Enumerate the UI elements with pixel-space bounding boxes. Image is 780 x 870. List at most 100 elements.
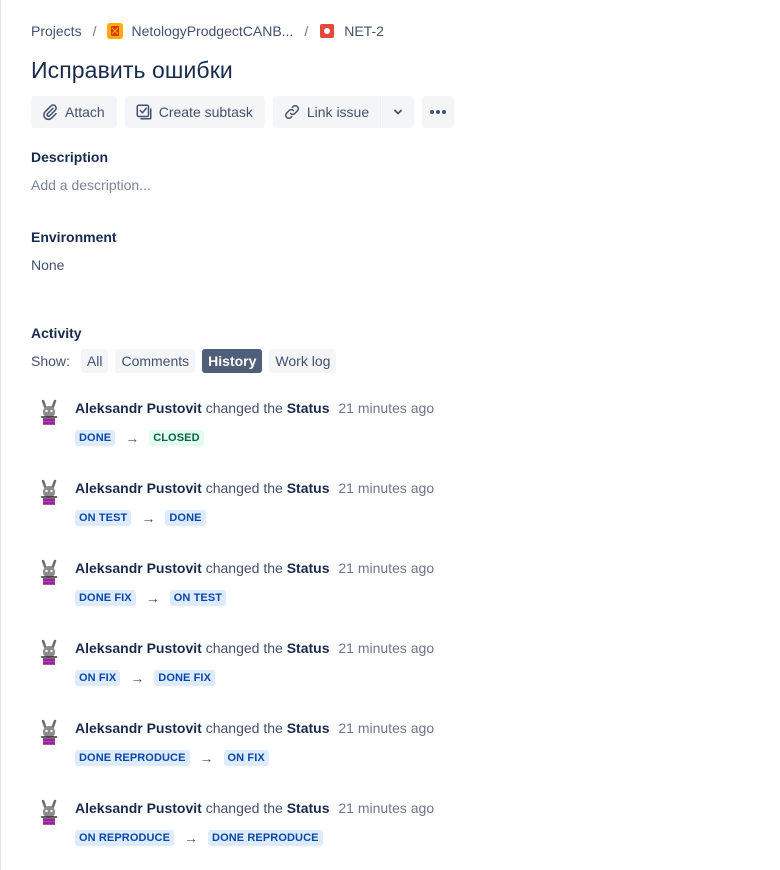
status-to-lozenge: DONE FIX xyxy=(154,670,216,686)
more-actions-button[interactable] xyxy=(422,96,455,128)
status-change: DONE REPRODUCE → ON FIX xyxy=(75,750,269,766)
avatar-bunny-icon[interactable] xyxy=(35,719,63,747)
environment-field[interactable]: None xyxy=(31,257,64,273)
breadcrumb-projects[interactable]: Projects xyxy=(31,23,82,39)
status-change: DONE → CLOSED xyxy=(75,430,204,446)
status-from-lozenge: ON TEST xyxy=(75,510,132,526)
environment-heading: Environment xyxy=(31,229,117,245)
arrow-icon: → xyxy=(141,510,156,526)
timestamp[interactable]: 21 minutes ago xyxy=(338,400,434,416)
timestamp[interactable]: 21 minutes ago xyxy=(338,480,434,496)
history-entry: Aleksandr Pustovit changed the Status 21… xyxy=(31,559,731,619)
status-change: ON FIX → DONE FIX xyxy=(75,670,216,686)
filter-comments[interactable]: Comments xyxy=(115,349,196,373)
arrow-icon: → xyxy=(199,750,214,766)
avatar-bunny-icon[interactable] xyxy=(35,399,63,427)
author-name[interactable]: Aleksandr Pustovit xyxy=(75,400,202,416)
avatar-bunny-icon[interactable] xyxy=(35,639,63,667)
arrow-icon: → xyxy=(125,430,140,446)
history-entry: Aleksandr Pustovit changed the Status 21… xyxy=(31,399,731,459)
action-text: changed the xyxy=(205,400,283,416)
status-change: ON TEST → DONE xyxy=(75,510,206,526)
arrow-icon: → xyxy=(130,670,145,686)
filter-work-log[interactable]: Work log xyxy=(269,349,337,373)
timestamp[interactable]: 21 minutes ago xyxy=(338,800,434,816)
author-name[interactable]: Aleksandr Pustovit xyxy=(75,720,202,736)
status-to-lozenge: ON TEST xyxy=(169,590,227,606)
attach-label: Attach xyxy=(65,104,105,120)
breadcrumb-project[interactable]: NetologyProdgectCANB... xyxy=(131,23,293,39)
chevron-down-icon xyxy=(394,109,403,115)
status-from-lozenge: ON FIX xyxy=(75,670,121,686)
history-entry-text: Aleksandr Pustovit changed the Status 21… xyxy=(75,800,434,816)
breadcrumb-separator: / xyxy=(92,23,97,39)
author-name[interactable]: Aleksandr Pustovit xyxy=(75,480,202,496)
project-icon xyxy=(107,23,124,39)
history-entry-text: Aleksandr Pustovit changed the Status 21… xyxy=(75,640,434,656)
action-text: changed the xyxy=(205,480,283,496)
action-text: changed the xyxy=(205,560,283,576)
status-from-lozenge: DONE REPRODUCE xyxy=(75,750,190,766)
bug-icon xyxy=(320,24,335,38)
author-name[interactable]: Aleksandr Pustovit xyxy=(75,640,202,656)
history-entry: Aleksandr Pustovit changed the Status 21… xyxy=(31,479,731,539)
history-entry: Aleksandr Pustovit changed the Status 21… xyxy=(31,799,731,859)
status-to-lozenge: DONE xyxy=(165,510,206,526)
author-name[interactable]: Aleksandr Pustovit xyxy=(75,560,202,576)
link-issue-label: Link issue xyxy=(306,104,370,120)
create-subtask-button[interactable]: Create subtask xyxy=(124,96,265,128)
field-name: Status xyxy=(286,560,330,576)
page-title[interactable]: Исправить ошибки xyxy=(31,57,233,84)
author-name[interactable]: Aleksandr Pustovit xyxy=(75,800,202,816)
action-text: changed the xyxy=(205,720,283,736)
status-change: ON REPRODUCE → DONE REPRODUCE xyxy=(75,830,323,846)
timestamp[interactable]: 21 minutes ago xyxy=(338,640,434,656)
link-issue-dropdown-button[interactable] xyxy=(382,96,415,128)
filter-history[interactable]: History xyxy=(202,349,263,373)
timestamp[interactable]: 21 minutes ago xyxy=(338,720,434,736)
history-entry: Aleksandr Pustovit changed the Status 21… xyxy=(31,639,731,699)
arrow-icon: → xyxy=(184,830,199,846)
action-text: changed the xyxy=(205,640,283,656)
description-field[interactable]: Add a description... xyxy=(31,177,151,193)
field-name: Status xyxy=(286,720,330,736)
show-label: Show: xyxy=(31,353,70,369)
history-entry: Aleksandr Pustovit changed the Status 21… xyxy=(31,719,731,779)
action-text: changed the xyxy=(205,800,283,816)
status-to-lozenge: CLOSED xyxy=(149,430,204,446)
breadcrumb: Projects / NetologyProdgectCANB... / NET… xyxy=(31,20,384,42)
field-name: Status xyxy=(286,400,330,416)
timestamp[interactable]: 21 minutes ago xyxy=(338,560,434,576)
breadcrumb-separator: / xyxy=(304,23,309,39)
attach-button[interactable]: Attach xyxy=(31,96,117,128)
paperclip-icon xyxy=(43,104,57,121)
field-name: Status xyxy=(286,800,330,816)
field-name: Status xyxy=(286,480,330,496)
avatar-bunny-icon[interactable] xyxy=(35,799,63,827)
history-entry-text: Aleksandr Pustovit changed the Status 21… xyxy=(75,400,434,416)
issue-toolbar: Attach Create subtask Link issue xyxy=(31,96,462,128)
link-icon xyxy=(284,104,299,120)
left-border xyxy=(0,0,1,870)
status-change: DONE FIX → ON TEST xyxy=(75,590,227,606)
more-icon xyxy=(430,110,447,114)
arrow-icon: → xyxy=(145,590,160,606)
status-from-lozenge: DONE FIX xyxy=(75,590,136,606)
status-from-lozenge: ON REPRODUCE xyxy=(75,830,175,846)
description-heading: Description xyxy=(31,149,109,165)
status-to-lozenge: DONE REPRODUCE xyxy=(208,830,323,846)
breadcrumb-issue-key[interactable]: NET-2 xyxy=(344,23,384,39)
activity-filter-bar: Show: All Comments History Work log xyxy=(31,349,343,373)
status-to-lozenge: ON FIX xyxy=(223,750,269,766)
filter-all[interactable]: All xyxy=(80,349,109,373)
history-entry-text: Aleksandr Pustovit changed the Status 21… xyxy=(75,720,434,736)
history-entry-text: Aleksandr Pustovit changed the Status 21… xyxy=(75,560,434,576)
activity-heading: Activity xyxy=(31,325,82,341)
field-name: Status xyxy=(286,640,330,656)
subtask-icon xyxy=(136,104,152,120)
avatar-bunny-icon[interactable] xyxy=(35,479,63,507)
create-subtask-label: Create subtask xyxy=(158,104,253,120)
status-from-lozenge: DONE xyxy=(75,430,116,446)
link-issue-button[interactable]: Link issue xyxy=(272,96,382,128)
avatar-bunny-icon[interactable] xyxy=(35,559,63,587)
